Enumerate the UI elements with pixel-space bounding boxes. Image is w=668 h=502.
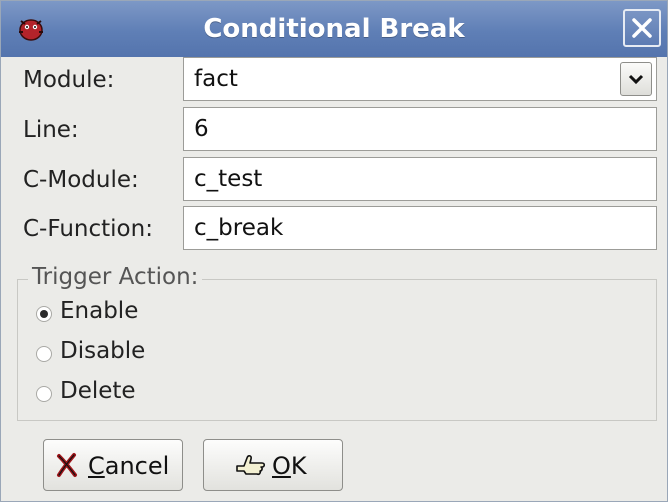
ok-label: OK bbox=[272, 452, 307, 480]
radio-disable-label: Disable bbox=[60, 338, 146, 364]
cancel-button[interactable]: Cancel bbox=[43, 439, 183, 491]
c-function-label: C-Function: bbox=[23, 216, 153, 242]
module-value: fact bbox=[194, 66, 238, 92]
title-bar[interactable]: Conditional Break bbox=[1, 1, 667, 57]
close-button[interactable] bbox=[623, 9, 661, 47]
module-label: Module: bbox=[23, 67, 115, 93]
close-icon bbox=[625, 11, 659, 45]
module-dropdown-button[interactable] bbox=[620, 62, 652, 96]
line-label: Line: bbox=[23, 117, 79, 143]
c-module-label: C-Module: bbox=[23, 167, 139, 193]
trigger-action-title: Trigger Action: bbox=[28, 264, 203, 290]
cancel-x-icon bbox=[56, 452, 78, 484]
radio-delete-indicator[interactable] bbox=[36, 386, 52, 402]
chevron-down-icon bbox=[621, 74, 651, 101]
cancel-label: Cancel bbox=[88, 452, 170, 480]
line-field[interactable]: 6 bbox=[183, 107, 657, 151]
radio-enable-label: Enable bbox=[60, 298, 139, 324]
conditional-break-dialog: Conditional Break Module: fact Line: 6 C… bbox=[0, 0, 668, 502]
c-module-field[interactable]: c_test bbox=[183, 157, 657, 201]
radio-delete-label: Delete bbox=[60, 378, 136, 404]
radio-disable-indicator[interactable] bbox=[36, 346, 52, 362]
window-title: Conditional Break bbox=[203, 14, 465, 44]
c-function-field[interactable]: c_break bbox=[183, 206, 657, 250]
ok-button[interactable]: OK bbox=[203, 439, 343, 491]
module-combo[interactable]: fact bbox=[183, 57, 657, 101]
radio-enable-indicator[interactable] bbox=[36, 306, 52, 322]
ok-hand-icon bbox=[234, 452, 268, 484]
trigger-action-group: Trigger Action: Enable Disable Delete bbox=[17, 264, 657, 421]
